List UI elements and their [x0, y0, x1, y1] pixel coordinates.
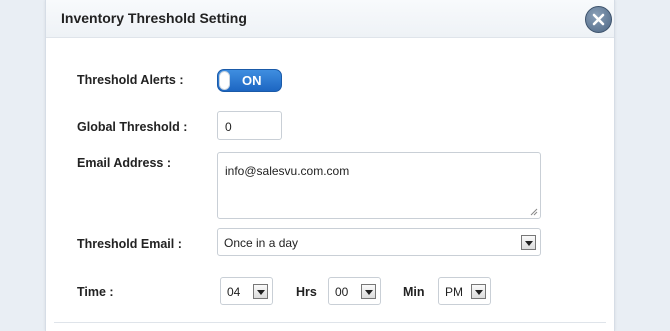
- threshold-alerts-label: Threshold Alerts :: [77, 73, 184, 87]
- dialog-title: Inventory Threshold Setting: [61, 10, 247, 26]
- time-label: Time :: [77, 285, 114, 299]
- close-button[interactable]: [585, 6, 612, 33]
- ampm-select[interactable]: PM: [438, 277, 491, 305]
- email-address-label: Email Address :: [77, 156, 172, 170]
- hours-value: 04: [227, 285, 241, 299]
- dialog-titlebar: Inventory Threshold Setting: [46, 0, 614, 38]
- chevron-down-icon: [361, 284, 376, 299]
- minutes-select[interactable]: 00: [328, 277, 381, 305]
- global-threshold-value: 0: [225, 120, 232, 134]
- toggle-knob: [219, 71, 230, 90]
- inventory-threshold-dialog: Inventory Threshold Setting Threshold Al…: [45, 0, 615, 331]
- email-address-field[interactable]: info@salesvu.com.com: [217, 152, 541, 219]
- hours-select[interactable]: 04: [220, 277, 273, 305]
- hours-unit-label: Hrs: [296, 285, 317, 299]
- chevron-down-icon: [253, 284, 268, 299]
- global-threshold-label: Global Threshold :: [77, 120, 188, 134]
- chevron-down-icon: [521, 235, 536, 250]
- resize-grip-icon[interactable]: [530, 208, 538, 216]
- close-icon: [592, 13, 605, 26]
- threshold-email-selected: Once in a day: [224, 236, 299, 250]
- minutes-value: 00: [335, 285, 349, 299]
- threshold-email-label: Threshold Email :: [77, 237, 182, 251]
- chevron-down-icon: [471, 284, 486, 299]
- toggle-state-text: ON: [242, 73, 262, 88]
- global-threshold-input[interactable]: 0: [217, 111, 282, 140]
- threshold-email-select[interactable]: Once in a day: [217, 228, 541, 256]
- ampm-value: PM: [445, 285, 463, 299]
- email-address-value: info@salesvu.com.com: [225, 164, 350, 178]
- minutes-unit-label: Min: [403, 285, 425, 299]
- footer-divider: [54, 322, 606, 323]
- threshold-alerts-toggle[interactable]: ON: [217, 69, 282, 92]
